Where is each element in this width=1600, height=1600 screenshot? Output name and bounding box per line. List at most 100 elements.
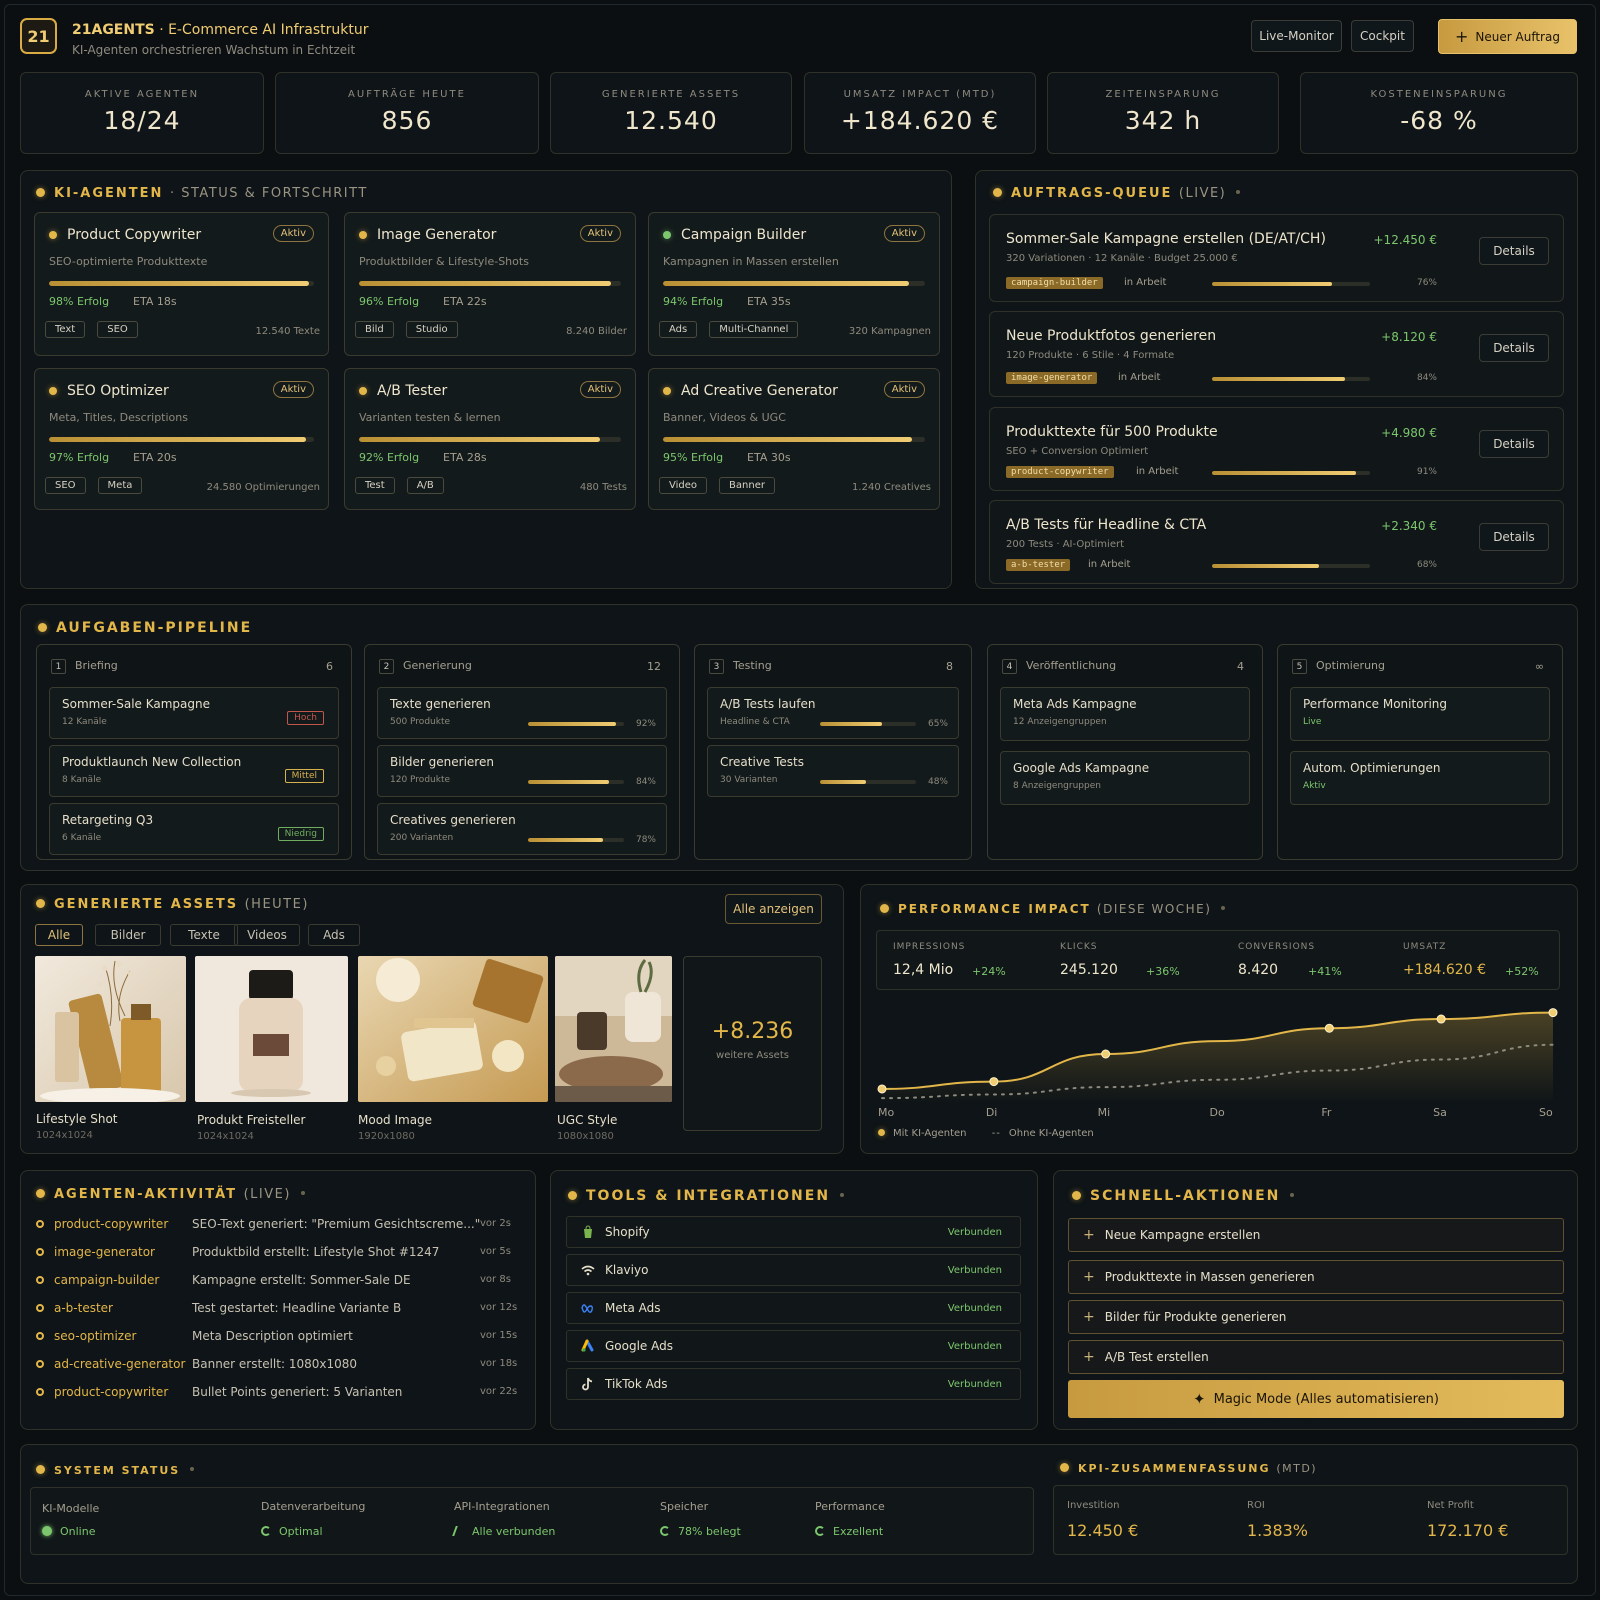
activity-time: vor 22s (480, 1386, 518, 1397)
activity-row[interactable]: image-generator Produktbild erstellt: Lif… (36, 1245, 516, 1259)
tool-tiktok-ads[interactable]: TikTok Ads Verbunden (566, 1368, 1021, 1400)
cockpit-button[interactable]: Cockpit (1351, 20, 1414, 52)
section-dot-icon (36, 1189, 45, 1198)
queue-item[interactable]: Produkttexte für 500 Produkte SEO + Conve… (989, 407, 1564, 491)
data-point[interactable] (989, 1077, 999, 1087)
plus-icon: + (1083, 1349, 1095, 1365)
agent-tag[interactable]: SEO (97, 321, 138, 338)
kpi-item: ROI 1.383% (1247, 1500, 1308, 1540)
asset-filter-tab[interactable]: Videos (234, 924, 300, 946)
data-point[interactable] (1548, 1008, 1558, 1018)
stage-count: 4 (1237, 660, 1244, 673)
activity-row[interactable]: product-copywriter SEO-Text generiert: "P… (36, 1217, 516, 1231)
pipeline-card[interactable]: Texte generieren 500 Produkte 92% (377, 687, 667, 739)
agent-tag[interactable]: Meta (97, 477, 143, 494)
new-order-button[interactable]: + Neuer Auftrag (1438, 19, 1577, 54)
pipeline-card[interactable]: Produktlaunch New Collection 8 Kanäle Mitt… (49, 745, 339, 797)
activity-time: vor 5s (480, 1246, 511, 1257)
stage-number: 3 (709, 659, 724, 674)
pipeline-card-title: Retargeting Q3 (62, 813, 154, 827)
agent-name: Campaign Builder (663, 227, 806, 243)
agent-tag[interactable]: Text (45, 321, 86, 338)
agent-card[interactable]: A/B Tester Aktiv Varianten testen & lernen… (344, 368, 636, 510)
agent-tag[interactable]: Multi-Channel (709, 321, 799, 338)
agent-status-dot-icon (49, 231, 57, 239)
details-button[interactable]: Details (1479, 430, 1549, 458)
details-button[interactable]: Details (1479, 523, 1549, 551)
data-point[interactable] (877, 1084, 887, 1094)
agent-tag[interactable]: Test (355, 477, 395, 494)
agent-success: 92% Erfolg (359, 451, 420, 464)
asset-filter-tab[interactable]: Texte (170, 924, 238, 946)
agent-tag[interactable]: Bild (355, 321, 394, 338)
tool-shopify[interactable]: Shopify Verbunden (566, 1216, 1021, 1248)
pipeline-section-title: AUFGABEN-PIPELINE (38, 620, 252, 636)
agent-description: SEO-optimierte Produkttexte (49, 255, 208, 268)
quick-action-button[interactable]: + Neue Kampagne erstellen (1068, 1218, 1564, 1252)
details-button[interactable]: Details (1479, 237, 1549, 265)
agent-card[interactable]: Image Generator Aktiv Produktbilder & Life… (344, 212, 636, 356)
stat-value: +184.620 € (840, 106, 1000, 135)
asset-filter-tab[interactable]: Bilder (95, 924, 161, 946)
agent-tag[interactable]: Video (659, 477, 708, 494)
progress-fill (359, 437, 601, 442)
agent-name-label: Product Copywriter (67, 227, 202, 243)
pipeline-card[interactable]: A/B Tests laufen Headline & CTA 65% (707, 687, 959, 739)
agent-card[interactable]: Ad Creative Generator Aktiv Banner, Videos… (648, 368, 940, 510)
asset-thumb-product[interactable] (195, 956, 348, 1102)
pipeline-column-header: 3 Testing (709, 659, 772, 674)
tool-klaviyo[interactable]: Klaviyo Verbunden (566, 1254, 1021, 1286)
system-status-bar (30, 1487, 1034, 1555)
activity-row[interactable]: ad-creative-generator Banner erstellt: 10… (36, 1357, 517, 1371)
pipeline-card[interactable]: Creatives generieren 200 Varianten 78% (377, 803, 667, 855)
quick-action-button[interactable]: + A/B Test erstellen (1068, 1340, 1564, 1374)
pipeline-card[interactable]: Autom. Optimierungen Aktiv (1290, 751, 1550, 805)
agent-card[interactable]: Campaign Builder Aktiv Kampagnen in Massen… (648, 212, 940, 356)
data-point[interactable] (1324, 1023, 1334, 1033)
data-point[interactable] (1101, 1049, 1111, 1059)
pipeline-card[interactable]: Sommer-Sale Kampagne 12 Kanäle Hoch (49, 687, 339, 739)
show-all-assets-button[interactable]: Alle anzeigen (725, 894, 822, 924)
section-dot-icon (993, 188, 1002, 197)
asset-thumb-mood[interactable] (358, 956, 548, 1102)
pipeline-card[interactable]: Performance Monitoring Live (1290, 687, 1550, 741)
agent-tag[interactable]: Studio (405, 321, 458, 338)
magic-mode-button[interactable]: ✦ Magic Mode (Alles automatisieren) (1068, 1380, 1564, 1418)
activity-row[interactable]: campaign-builder Kampagne erstellt: Somme… (36, 1273, 516, 1287)
agent-count: 1.240 Creatives (852, 482, 931, 493)
metric-label: KLICKS (1060, 942, 1098, 952)
agent-card[interactable]: Product Copywriter Aktiv SEO-optimierte Pr… (34, 212, 329, 356)
agent-tag[interactable]: Banner (719, 477, 775, 494)
agent-tag[interactable]: Ads (659, 321, 698, 338)
asset-filter-tab[interactable]: Alle (35, 924, 83, 946)
activity-row[interactable]: a-b-tester Test gestartet: Headline Varia… (36, 1301, 517, 1315)
asset-size: 1024x1024 (197, 1131, 254, 1142)
tool-google-ads[interactable]: Google Ads Verbunden (566, 1330, 1021, 1362)
tool-meta-ads[interactable]: Meta Ads Verbunden (566, 1292, 1021, 1324)
activity-row[interactable]: seo-optimizer Meta Description optimiert v… (36, 1329, 517, 1343)
agent-card[interactable]: SEO Optimizer Aktiv Meta, Titles, Descript… (34, 368, 329, 510)
pipeline-card[interactable]: Google Ads Kampagne 8 Anzeigengruppen (1000, 751, 1250, 805)
activity-row[interactable]: product-copywriter Bullet Points generier… (36, 1385, 518, 1399)
queue-item[interactable]: Neue Produktfotos generieren 120 Produkte… (989, 311, 1564, 397)
legend-ki-label: Mit KI-Agenten (893, 1128, 967, 1139)
data-point[interactable] (1436, 1014, 1446, 1024)
queue-item[interactable]: A/B Tests für Headline & CTA 200 Tests · … (989, 500, 1564, 584)
pipeline-card[interactable]: Creative Tests 30 Varianten 48% (707, 745, 959, 797)
quick-action-button[interactable]: + Bilder für Produkte generieren (1068, 1300, 1564, 1334)
agent-tag[interactable]: SEO (45, 477, 86, 494)
asset-filter-tab[interactable]: Ads (308, 924, 360, 946)
pipeline-card[interactable]: Meta Ads Kampagne 12 Anzeigengruppen (1000, 687, 1250, 741)
asset-thumb-ugc[interactable] (555, 956, 672, 1102)
queue-item[interactable]: Sommer-Sale Kampagne erstellen (DE/AT/CH… (989, 214, 1564, 302)
pipeline-card[interactable]: Bilder generieren 120 Produkte 84% (377, 745, 667, 797)
live-monitor-button[interactable]: Live-Monitor (1251, 20, 1342, 52)
quick-action-button[interactable]: + Produkttexte in Massen generieren (1068, 1260, 1564, 1294)
agent-tag[interactable]: A/B (406, 477, 444, 494)
more-assets-card[interactable]: +8.236 weitere Assets (683, 956, 822, 1131)
asset-thumb-lifestyle[interactable] (35, 956, 186, 1102)
pipeline-card[interactable]: Retargeting Q3 6 Kanäle Niedrig (49, 803, 339, 855)
details-button[interactable]: Details (1479, 334, 1549, 362)
agent-description: Kampagnen in Massen erstellen (663, 255, 839, 268)
queue-item-amount: +12.450 € (1373, 233, 1438, 247)
